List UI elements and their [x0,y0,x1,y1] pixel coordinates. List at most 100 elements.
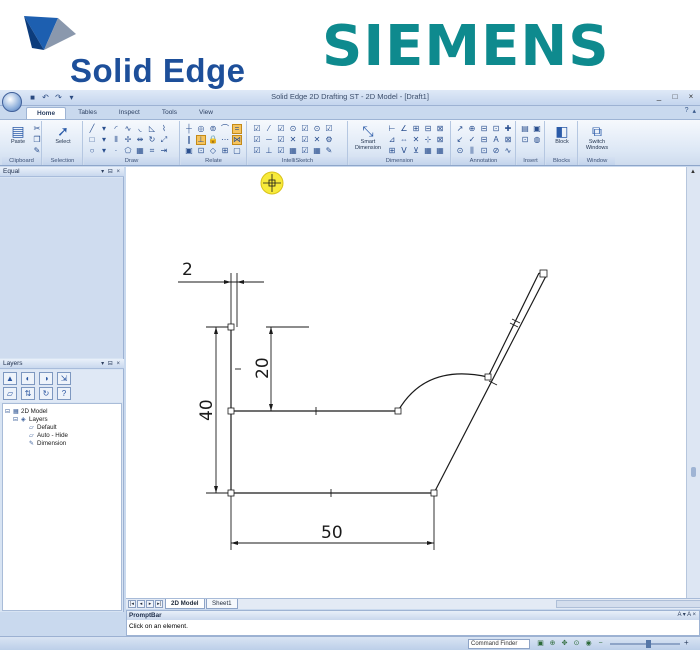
dim-40-text[interactable]: 40 [197,399,217,421]
is-options-icon[interactable]: ⚙ [324,135,334,145]
perpendicular-icon[interactable]: ⊥ [196,135,206,145]
maintain-relationships-icon[interactable]: ⊞ [220,146,230,156]
is-center-icon[interactable]: ⊙ [288,124,298,134]
block-button[interactable]: ◧ Block [547,123,577,145]
lock-icon[interactable]: 🔒 [208,135,218,145]
line-icon[interactable]: ╱ [87,124,97,134]
vertical-scrollbar[interactable]: ▲ [686,167,700,598]
dim-2-text[interactable]: 2 [182,260,193,280]
tangent-icon[interactable]: ⌒ [220,124,230,134]
rectangle-icon[interactable]: □ [87,135,97,145]
bolt-hole-icon[interactable]: ⊙ [455,146,465,156]
is-center-check-icon[interactable]: ☑ [276,124,286,134]
fillet-icon[interactable]: ◟ [135,124,145,134]
command-finder-input[interactable]: Command Finder [468,639,530,649]
chamfer-icon[interactable]: ◺ [147,124,157,134]
horizontal-vertical-icon[interactable]: ┼ [184,124,194,134]
is-midpoint-check-icon[interactable]: ☑ [300,124,310,134]
relate-option-icon[interactable]: ◇ [208,146,218,156]
point-icon[interactable]: · [111,146,121,156]
layer-move-icon[interactable]: ⇲ [57,372,71,385]
circle-dropdown-icon[interactable]: ▾ [99,146,109,156]
copy-icon[interactable]: ❐ [32,135,42,145]
dim-prefix-icon[interactable]: ⊠ [435,135,445,145]
sheet-next-icon[interactable]: ▸ [146,600,154,608]
center-line-icon[interactable]: ⫼ [467,146,477,156]
mirror-icon[interactable]: ⇹ [135,135,145,145]
chamfer-dim-icon[interactable]: ⊿ [387,135,397,145]
weld-icon[interactable]: ⊠ [503,135,513,145]
is-endpoint-check-icon[interactable]: ☑ [252,124,262,134]
tab-inspect[interactable]: Inspect [109,107,150,119]
equal-pane-controls[interactable]: ▾ ⊟ × [101,167,121,177]
dim-variable-icon[interactable]: Ⅴ [399,146,409,156]
dim-50-text[interactable]: 50 [321,523,343,543]
auto-dim-icon[interactable]: ⊞ [387,146,397,156]
insert-object-icon[interactable]: ▤ [520,124,530,134]
sheet-tab-2d-model[interactable]: 2D Model [165,599,205,609]
layers-pane-controls[interactable]: ▾ ⊟ × [101,359,121,369]
maximize-button[interactable]: □ [670,91,680,103]
polygon-icon[interactable]: ⬠ [123,146,133,156]
horizontal-scrollbar[interactable] [556,600,700,608]
view-fit-icon[interactable]: ▣ [536,639,545,648]
cut-icon[interactable]: ✂ [32,124,42,134]
zoom-in-icon[interactable]: + [684,638,689,647]
help-icon[interactable]: ? [685,107,689,115]
extend-icon[interactable]: ⇥ [159,146,169,156]
pan-icon[interactable]: ✥ [560,639,569,648]
dim-style-icon[interactable]: ✕ [411,135,421,145]
annotation-more-icon[interactable]: ∿ [503,146,513,156]
angular-coord-icon[interactable]: ⊟ [423,124,433,134]
layer-filter-icon[interactable]: ▱ [3,387,17,400]
coordinate-dim-icon[interactable]: ⊞ [411,124,421,134]
rotate-icon[interactable]: ↻ [147,135,157,145]
is-intersection-check-icon[interactable]: ☑ [300,135,310,145]
leader-icon[interactable]: ↙ [455,135,465,145]
insert-link-icon[interactable]: ⊡ [520,135,530,145]
vertical-scroll-thumb[interactable] [691,467,696,477]
center-mark-icon[interactable]: ✚ [503,124,513,134]
datum-icon[interactable]: ⊡ [491,124,501,134]
tab-tables[interactable]: Tables [68,107,107,119]
collapse-icon[interactable]: ⊟ [13,416,21,424]
tree-item-2d-model[interactable]: ⊟ ▦ 2D Model [5,408,47,416]
collinear-icon[interactable]: ⋯ [220,135,230,145]
curve-icon[interactable]: ∿ [123,124,133,134]
tree-item-dimension-layer[interactable]: ✎ Dimension [29,440,66,448]
datum-frame-icon[interactable]: ⊡ [479,146,489,156]
is-midpoint-icon[interactable]: ⊙ [312,124,322,134]
balloon-icon[interactable]: ⊕ [467,124,477,134]
zoom-area-icon[interactable]: ⊕ [548,639,557,648]
layer-show-icon[interactable]: ◐ [21,372,35,385]
sheet-prev-icon[interactable]: ◂ [137,600,145,608]
paste-button[interactable]: ▤ Paste [3,123,33,145]
minimize-button[interactable]: _ [654,91,664,103]
layer-help-icon[interactable]: ? [57,387,71,400]
angle-between-icon[interactable]: ∠ [399,124,409,134]
insert-hyperlink-icon[interactable]: ◍ [532,135,542,145]
is-intersection-icon[interactable]: ✕ [312,135,322,145]
dim-align-icon[interactable]: ⇔ [399,135,409,145]
symmetric-icon[interactable]: ⋈ [232,135,242,145]
distance-between-icon[interactable]: ⊢ [387,124,397,134]
zoom-out-icon[interactable]: − [596,639,605,648]
scroll-up-icon[interactable]: ▲ [690,169,697,177]
scale-icon[interactable]: ⤢ [159,135,169,145]
sheet-tab-sheet1[interactable]: Sheet1 [206,599,238,609]
tree-item-auto-hide-layer[interactable]: ▱ Auto - Hide [29,432,68,440]
feature-control-icon[interactable]: ⊟ [479,124,489,134]
is-perp-icon[interactable]: ▦ [288,146,298,156]
is-vertical-icon[interactable]: ✕ [288,135,298,145]
collapse-icon[interactable]: ⊟ [5,408,13,416]
layer-sort-icon[interactable]: ⇅ [21,387,35,400]
insert-image-icon[interactable]: ▣ [532,124,542,134]
tree-item-layers[interactable]: ⊟ ◈ Layers [13,416,48,424]
parallel-icon[interactable]: ∥ [184,135,194,145]
symmetric-dim-icon[interactable]: ⊠ [435,124,445,134]
sheet-first-icon[interactable]: |◂ [128,600,136,608]
relationship-handles-icon[interactable]: ▢ [232,146,242,156]
circle-icon[interactable]: ○ [87,146,97,156]
dim-tolerance-icon[interactable]: ⊻ [411,146,421,156]
is-tangent-check-icon[interactable]: ☑ [324,124,334,134]
